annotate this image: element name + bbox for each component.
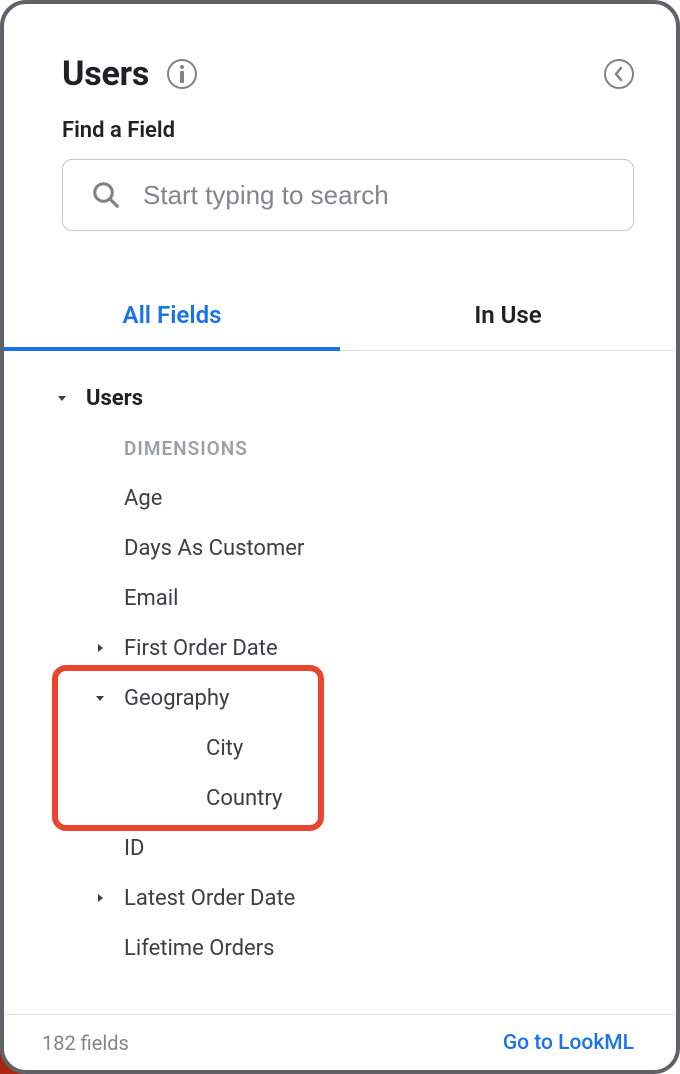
chevron-right-icon [76,892,124,904]
field-geography[interactable]: Geography [4,673,676,723]
field-label: Days As Customer [124,536,676,561]
view-toggle-users[interactable]: Users [4,373,676,423]
field-label: Age [124,486,676,511]
panel-frame: Users Find a Field All Fields In Use Use… [0,0,680,1074]
field-label: ID [124,836,676,861]
search-label: Find a Field [62,118,634,143]
search-icon [91,180,121,210]
field-label: Geography [124,686,676,711]
search-input[interactable] [143,180,605,211]
panel-footer: 182 fields Go to LookML [4,1014,676,1070]
info-icon[interactable] [167,59,197,89]
field-id[interactable]: ID [4,823,676,873]
field-lifetime-orders[interactable]: Lifetime Orders [4,923,676,973]
field-label: Latest Order Date [124,886,676,911]
field-tree: Users DIMENSIONS Age Days As Customer Email F… [4,351,676,1014]
field-count: 182 fields [42,1031,129,1055]
page-title: Users [62,54,149,94]
tab-in-use[interactable]: In Use [340,285,676,350]
field-label: Email [124,586,676,611]
field-latest-order-date[interactable]: Latest Order Date [4,873,676,923]
go-to-lookml-link[interactable]: Go to LookML [503,1031,634,1055]
panel-header: Users [4,4,676,94]
chevron-down-icon [38,392,86,404]
field-label: Country [124,786,676,811]
chevron-down-icon [76,692,124,704]
dimensions-header: DIMENSIONS [4,423,676,473]
tabs: All Fields In Use [4,285,676,351]
field-first-order-date[interactable]: First Order Date [4,623,676,673]
field-label: City [124,736,676,761]
collapse-panel-button[interactable] [604,59,634,89]
field-country[interactable]: Country [4,773,676,823]
field-email[interactable]: Email [4,573,676,623]
chevron-right-icon [76,642,124,654]
field-days-as-customer[interactable]: Days As Customer [4,523,676,573]
view-label: Users [86,386,676,411]
field-label: Lifetime Orders [124,936,676,961]
search-field-container[interactable] [62,159,634,231]
field-age[interactable]: Age [4,473,676,523]
field-label: First Order Date [124,636,676,661]
field-city[interactable]: City [4,723,676,773]
tab-all-fields[interactable]: All Fields [4,285,340,351]
